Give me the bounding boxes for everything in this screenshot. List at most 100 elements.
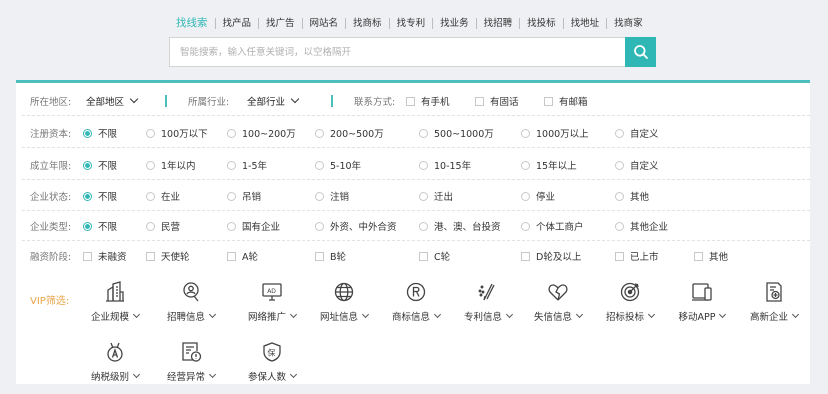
- capital-option[interactable]: 不限: [83, 126, 117, 140]
- checkbox[interactable]: [544, 96, 553, 106]
- vip-company-size[interactable]: 企业规模: [81, 281, 149, 323]
- radio[interactable]: [146, 221, 155, 231]
- vip-insured-count[interactable]: 保 参保人数: [238, 341, 306, 383]
- tab-website-name[interactable]: 网站名: [301, 17, 346, 29]
- type-option[interactable]: 外资、中外合资: [315, 219, 397, 233]
- type-option[interactable]: 不限: [83, 219, 117, 233]
- contact-landline-checkbox[interactable]: 有固话: [475, 94, 519, 108]
- status-option[interactable]: 迁出: [419, 189, 453, 203]
- years-option[interactable]: 1年以内: [146, 158, 196, 172]
- years-option[interactable]: 10-15年: [419, 158, 471, 172]
- radio[interactable]: [227, 191, 236, 201]
- checkbox[interactable]: [146, 251, 155, 261]
- vip-patent-info[interactable]: 专利信息: [454, 281, 522, 323]
- checkbox[interactable]: [83, 251, 92, 261]
- capital-option[interactable]: 1000万以上: [521, 126, 589, 140]
- radio[interactable]: [615, 128, 624, 138]
- vip-hightech-enterprise[interactable]: 高新企业: [740, 281, 808, 323]
- funding-option[interactable]: D轮及以上: [521, 249, 581, 263]
- type-option[interactable]: 其他企业: [615, 219, 668, 233]
- years-option[interactable]: 自定义: [615, 158, 659, 172]
- vip-tax-level[interactable]: 纳税级别: [81, 341, 149, 383]
- tab-find-ads[interactable]: 找广告: [258, 17, 302, 29]
- vip-abnormal-operation[interactable]: 经营异常: [157, 341, 225, 383]
- capital-option[interactable]: 200~500万: [315, 126, 384, 140]
- radio[interactable]: [315, 191, 324, 201]
- tab-find-business[interactable]: 找业务: [432, 17, 476, 29]
- radio[interactable]: [521, 221, 530, 231]
- years-option[interactable]: 5-10年: [315, 158, 361, 172]
- capital-option[interactable]: 自定义: [615, 126, 659, 140]
- radio[interactable]: [146, 160, 155, 170]
- capital-option[interactable]: 100万以下: [146, 126, 208, 140]
- funding-option[interactable]: 未融资: [83, 249, 127, 263]
- tab-find-patents[interactable]: 找专利: [388, 17, 433, 29]
- checkbox[interactable]: [315, 251, 324, 261]
- checkbox[interactable]: [227, 251, 236, 261]
- status-option[interactable]: 不限: [83, 189, 117, 203]
- status-option[interactable]: 其他: [615, 189, 649, 203]
- radio[interactable]: [521, 191, 530, 201]
- radio[interactable]: [227, 221, 236, 231]
- tab-find-products[interactable]: 找产品: [214, 17, 259, 29]
- type-option[interactable]: 国有企业: [227, 219, 280, 233]
- search-input[interactable]: [169, 37, 625, 67]
- type-option[interactable]: 个体工商户: [521, 219, 584, 233]
- funding-option[interactable]: 天使轮: [146, 249, 190, 263]
- tab-find-leads[interactable]: 找线索: [170, 17, 215, 29]
- funding-option[interactable]: C轮: [419, 249, 450, 263]
- years-option[interactable]: 15年以上: [521, 158, 577, 172]
- tab-find-jobs[interactable]: 找招聘: [475, 17, 520, 29]
- checkbox[interactable]: [419, 251, 428, 261]
- tab-find-bids[interactable]: 找投标: [519, 17, 563, 29]
- status-option[interactable]: 在业: [146, 189, 180, 203]
- funding-option[interactable]: B轮: [315, 249, 346, 263]
- vip-trademark-info[interactable]: 商标信息: [382, 281, 450, 323]
- radio[interactable]: [83, 191, 92, 201]
- radio[interactable]: [615, 221, 624, 231]
- radio[interactable]: [315, 128, 324, 138]
- tab-find-merchants[interactable]: 找商家: [606, 17, 650, 29]
- contact-email-checkbox[interactable]: 有邮箱: [544, 94, 588, 108]
- search-button[interactable]: [625, 37, 656, 67]
- radio[interactable]: [146, 128, 155, 138]
- status-option[interactable]: 吊销: [227, 189, 261, 203]
- checkbox[interactable]: [521, 251, 530, 261]
- radio[interactable]: [227, 128, 236, 138]
- radio[interactable]: [315, 160, 324, 170]
- tab-find-trademarks[interactable]: 找商标: [345, 17, 389, 29]
- radio[interactable]: [83, 160, 92, 170]
- vip-website-info[interactable]: 网址信息: [310, 281, 378, 323]
- contact-mobile-checkbox[interactable]: 有手机: [406, 94, 450, 108]
- funding-option[interactable]: A轮: [227, 249, 258, 263]
- radio[interactable]: [146, 191, 155, 201]
- checkbox[interactable]: [694, 251, 703, 261]
- years-option[interactable]: 1-5年: [227, 158, 267, 172]
- vip-online-promotion[interactable]: AD 网络推广: [238, 281, 306, 323]
- checkbox[interactable]: [615, 251, 624, 261]
- status-option[interactable]: 停业: [521, 189, 555, 203]
- industry-dropdown[interactable]: 全部行业: [247, 94, 300, 108]
- checkbox[interactable]: [406, 96, 415, 106]
- vip-mobile-app[interactable]: 移动APP: [668, 281, 736, 323]
- radio[interactable]: [521, 128, 530, 138]
- radio[interactable]: [227, 160, 236, 170]
- radio[interactable]: [419, 221, 428, 231]
- checkbox[interactable]: [475, 96, 484, 106]
- vip-dishonesty-info[interactable]: 失信信息: [524, 281, 592, 323]
- radio[interactable]: [419, 191, 428, 201]
- radio[interactable]: [521, 160, 530, 170]
- vip-bidding[interactable]: 招标投标: [596, 281, 664, 323]
- capital-option[interactable]: 500~1000万: [419, 126, 494, 140]
- type-option[interactable]: 民营: [146, 219, 180, 233]
- radio[interactable]: [315, 221, 324, 231]
- tab-find-address[interactable]: 找地址: [562, 17, 607, 29]
- type-option[interactable]: 港、澳、台投资: [419, 219, 501, 233]
- radio[interactable]: [615, 191, 624, 201]
- vip-recruitment[interactable]: 招聘信息: [157, 281, 225, 323]
- region-dropdown[interactable]: 全部地区: [86, 94, 139, 108]
- radio[interactable]: [83, 128, 92, 138]
- capital-option[interactable]: 100~200万: [227, 126, 296, 140]
- status-option[interactable]: 注销: [315, 189, 349, 203]
- radio[interactable]: [419, 160, 428, 170]
